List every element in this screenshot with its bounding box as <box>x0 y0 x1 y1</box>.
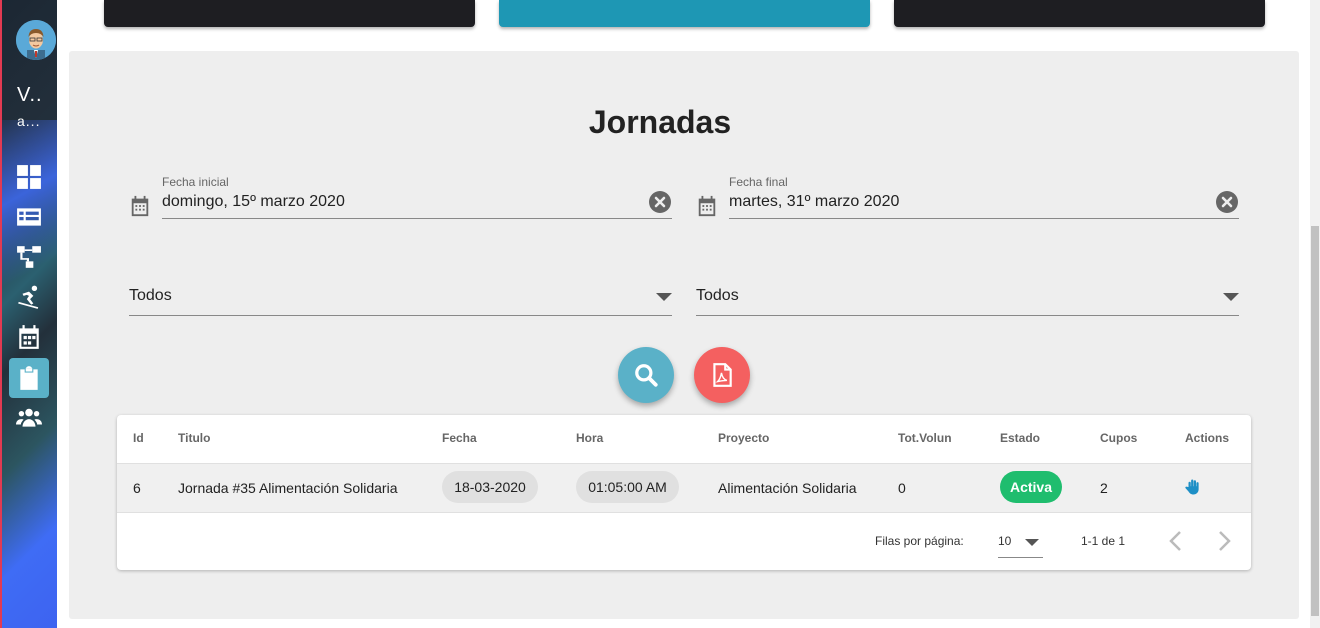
column-header-cupos[interactable]: Cupos <box>1100 431 1137 445</box>
hand-icon[interactable] <box>1184 478 1202 496</box>
filter-select-1-underline <box>129 315 672 316</box>
avatar[interactable] <box>16 20 56 60</box>
scrollbar-thumb[interactable] <box>1311 226 1319 616</box>
column-header-hora[interactable]: Hora <box>576 431 603 445</box>
search-icon <box>635 364 658 387</box>
snowboarder-icon <box>18 285 39 309</box>
filter-select-2-underline <box>696 315 1239 316</box>
calendar-icon <box>131 195 149 217</box>
list-icon <box>17 208 41 226</box>
filter-select-1[interactable]: Todos <box>129 287 672 317</box>
sidebar-item-dashboard[interactable] <box>9 157 49 197</box>
column-header-proyecto[interactable]: Proyecto <box>718 431 769 445</box>
column-header-actions: Actions <box>1185 431 1230 445</box>
dashboard-icon <box>17 165 41 189</box>
clipboard-icon <box>20 366 38 390</box>
cell-cupos: 2 <box>1100 480 1108 496</box>
sidebar-item-calendar[interactable] <box>9 317 49 357</box>
chevron-down-icon <box>1223 293 1239 301</box>
sidebar-item-volunteers[interactable] <box>9 398 49 438</box>
cell-hora-chip: 01:05:00 AM <box>576 471 679 503</box>
page-title: Jornadas <box>588 104 732 140</box>
jornadas-table: Id Titulo Fecha Hora Proyecto Tot.Volun … <box>117 415 1251 570</box>
search-button[interactable] <box>618 347 674 403</box>
sidebar: V.. a... <box>0 0 57 628</box>
cell-proyecto: Alimentación Solidaria <box>718 480 857 496</box>
cell-id: 6 <box>133 480 141 496</box>
column-header-titulo[interactable]: Titulo <box>178 431 210 445</box>
start-date-value[interactable]: domingo, 15º marzo 2020 <box>162 193 345 211</box>
export-pdf-button[interactable] <box>694 347 750 403</box>
start-date-underline <box>162 218 672 219</box>
column-header-tot-volun[interactable]: Tot.Volun <box>898 431 952 445</box>
calendar-icon <box>698 195 716 217</box>
end-date-value[interactable]: martes, 31º marzo 2020 <box>729 193 899 211</box>
cell-titulo: Jornada #35 Alimentación Solidaria <box>178 480 398 496</box>
cell-fecha-chip: 18-03-2020 <box>442 471 538 503</box>
sidebar-item-structure[interactable] <box>9 237 49 277</box>
column-header-id[interactable]: Id <box>133 431 144 445</box>
vertical-scrollbar[interactable] <box>1310 0 1320 628</box>
stat-card-3[interactable] <box>894 0 1265 27</box>
start-date-label: Fecha inicial <box>162 175 229 189</box>
users-icon <box>16 408 42 427</box>
filter-select-2-value: Todos <box>696 287 739 304</box>
calendar-icon <box>19 325 39 349</box>
rows-per-page-label: Filas por página: <box>875 534 964 548</box>
sidebar-item-list[interactable] <box>9 197 49 237</box>
clear-end-date-icon[interactable] <box>1215 190 1239 214</box>
chevron-right-icon[interactable] <box>1214 529 1234 553</box>
chevron-left-icon[interactable] <box>1166 529 1186 553</box>
rows-per-page-select[interactable]: 10 <box>998 529 1043 558</box>
column-header-fecha[interactable]: Fecha <box>442 431 477 445</box>
end-date-field[interactable]: Fecha final martes, 31º marzo 2020 <box>696 175 1239 221</box>
pdf-file-icon <box>713 363 732 387</box>
pagination-range: 1-1 de 1 <box>1081 534 1126 548</box>
clear-start-date-icon[interactable] <box>648 190 672 214</box>
user-avatar-icon <box>16 20 56 60</box>
chevron-down-icon <box>1025 539 1039 546</box>
column-header-estado[interactable]: Estado <box>1000 431 1040 445</box>
rows-per-page-value: 10 <box>998 534 1012 548</box>
sitemap-icon <box>17 246 41 268</box>
sidebar-item-activities[interactable] <box>9 277 49 317</box>
cell-tot-volun: 0 <box>898 480 906 496</box>
filter-select-1-value: Todos <box>129 287 172 304</box>
chevron-down-icon <box>656 293 672 301</box>
end-date-underline <box>729 218 1239 219</box>
sidebar-item-jornadas[interactable] <box>9 358 49 398</box>
stat-card-2[interactable] <box>499 0 870 27</box>
stat-card-1[interactable] <box>104 0 475 27</box>
end-date-label: Fecha final <box>729 175 788 189</box>
start-date-field[interactable]: Fecha inicial domingo, 15º marzo 2020 <box>129 175 672 221</box>
filter-select-2[interactable]: Todos <box>696 287 1239 317</box>
status-badge: Activa <box>1000 471 1062 503</box>
